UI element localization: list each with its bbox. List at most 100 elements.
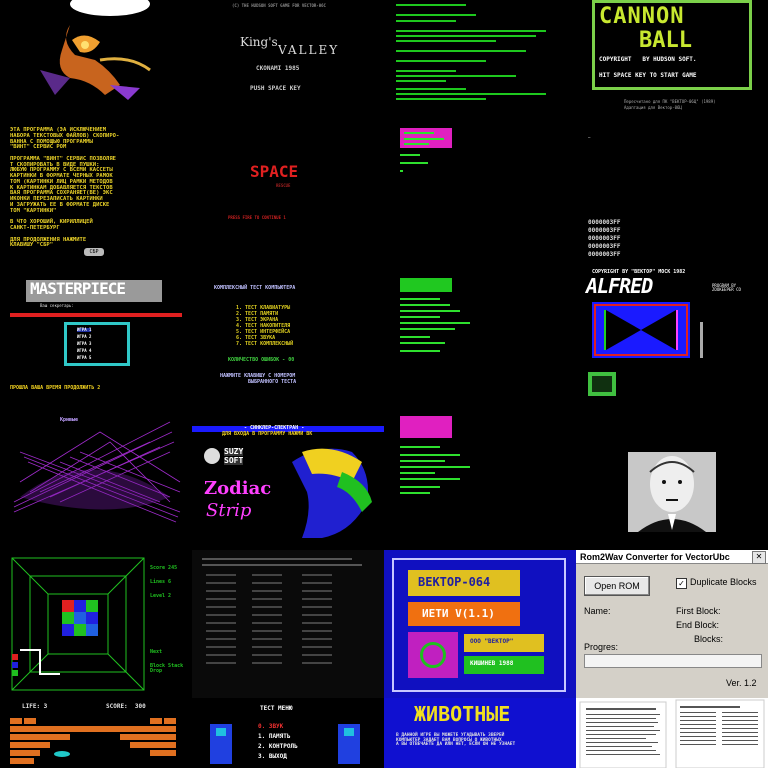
menu-item-1[interactable]: ИГРА 2 — [77, 334, 91, 339]
end-block-label: End Block: — [676, 620, 720, 630]
test-menu-item-3[interactable]: 3. ВЫХОД — [258, 753, 287, 760]
rom2wav-window: Rom2Wav Converter for VectorUbc ✕ Open R… — [576, 550, 768, 698]
animals-body: В ДАННОЙ ИГРЕ ВЫ МОЖЕТЕ УГАДЫВАТЬ ЗВЕРЕЙ… — [396, 733, 516, 748]
tile-fantasy-art — [0, 0, 192, 138]
hex-line-3: 0000003FF — [588, 243, 621, 250]
vint-body-text: ЭТА ПРОГРАММА (ЭА ИСКЛЮЧЕНИЕМ НАБОРА ТЕК… — [10, 127, 120, 249]
konami-brand: CKONAMI 1985 — [256, 65, 300, 72]
vector-title: ВЕКТОР-064 — [418, 575, 491, 589]
magenta-menu-block-3 — [400, 416, 470, 494]
ieti-box: ИЕТИ V(1.1) — [408, 602, 520, 626]
tile-hex-dump: _ 0000003FF 0000003FF 0000003FF 0000003F… — [576, 124, 768, 262]
tile-green-text-1 — [384, 0, 576, 138]
tile-masterpiece: MASTERPIECE Ваш секретарь: ИГРА 1 ИГРА 2… — [0, 264, 192, 402]
test-item-6[interactable]: 7. ТЕСТ КОМПЛЕКСНЫЙ — [236, 341, 293, 347]
hex-line-1: 0000003FF — [588, 227, 621, 234]
curves-figure — [13, 421, 181, 523]
tile-cannon-ball: CANNON BALL COPYRIGHT BY HUDSON SOFT. HI… — [576, 0, 768, 138]
magenta-menu-block — [400, 128, 452, 172]
tetris-well — [11, 557, 145, 691]
duplicate-blocks-checkbox[interactable]: ✓ — [676, 578, 687, 589]
strip-title: Strip — [206, 500, 252, 521]
masterpiece-footer: ПРОШЛА ВАША ВРЕМЯ ПРОДОЛЖИТЬ 2 — [10, 385, 101, 391]
push-space-prompt: PUSH SPACE KEY — [250, 85, 301, 92]
tile-documents — [576, 698, 768, 768]
masterpiece-sub: Ваш секретарь: — [40, 303, 74, 308]
menu-item-3[interactable]: ИГРА 4 — [77, 348, 91, 353]
first-block-label: First Block: — [676, 606, 721, 616]
alfred-playfield — [588, 302, 703, 396]
version-label: Ver. 1.2 — [726, 678, 757, 688]
vector-title-box: ВЕКТОР-064 — [408, 570, 520, 596]
kishinev-box: КИШИНЕВ 1988 — [464, 656, 544, 674]
progress-bar — [584, 654, 762, 668]
progress-label: Progres: — [584, 642, 619, 652]
ooo-box: ООО "ВЕКТОР" — [464, 634, 544, 652]
test-menu-item-0[interactable]: 0. ЗВУК — [258, 723, 283, 730]
tile-computer-test: КОМПЛЕКСНЫЙ ТЕСТ КОМПЬЮТЕРА 1. ТЕСТ КЛАВ… — [192, 264, 384, 402]
hex-line-0: 0000003FF — [588, 219, 621, 226]
screenshot-grid: (C) THE HUDSON SOFT GAME FOR VECTOR-06C … — [0, 0, 768, 768]
menu-item-0[interactable]: ИГРА 1 — [77, 327, 92, 333]
window-title: Rom2Wav Converter for VectorUbc — [576, 550, 768, 564]
vector-logo-icon — [420, 642, 446, 668]
test-foot-b: ВЫБРАННОГО ТЕСТА — [248, 379, 297, 385]
test-title: КОМПЛЕКСНЫЙ ТЕСТ КОМПЬЮТЕРА — [214, 285, 296, 291]
blocks-label: Blocks: — [694, 634, 724, 644]
cursor-mark: _ — [588, 133, 591, 138]
menu-item-2[interactable]: ИГРА 3 — [77, 341, 91, 346]
tetris-level: Level 2 — [150, 593, 172, 599]
document-pages — [579, 699, 765, 768]
tile-brick-game: LIFE: 3 SCORE: 300 — [0, 698, 192, 768]
data-table-grid — [202, 558, 362, 664]
hex-line-4: 0000003FF — [588, 251, 621, 258]
rescue-sub: RESCUE — [276, 183, 291, 188]
tile-vint-service: ЭТА ПРОГРАММА (ЭА ИСКЛЮЧЕНИЕМ НАБОРА ТЕК… — [0, 124, 192, 262]
test-menu-item-2[interactable]: 2. КОНТРОЛЬ — [258, 743, 298, 750]
title-valley: VALLEY — [278, 43, 340, 57]
copyright-line: COPYRIGHT BY HUDSON SOFT. — [599, 56, 697, 63]
masterpiece-menu-box: ИГРА 1 ИГРА 2 ИГРА 3 ИГРА 4 ИГРА 5 — [64, 322, 130, 366]
tetris-score: Score 245 — [150, 565, 178, 571]
tile-animals: ЖИВОТНЫЕ В ДАННОЙ ИГРЕ ВЫ МОЖЕТЕ УГАДЫВА… — [384, 698, 576, 768]
name-label: Name: — [584, 606, 611, 616]
brick-field — [10, 718, 176, 764]
fire-prompt: PRESS FIRE TO CONTINUE 1 — [228, 215, 286, 220]
tile-curves: Кривые — [0, 402, 192, 540]
green-menu-block — [400, 278, 470, 352]
tile-green-menu-2 — [384, 264, 576, 402]
zodiac-title: Zodiac — [204, 478, 272, 499]
error-count: КОЛИЧЕСТВО ОШИБОК - 00 — [228, 357, 295, 363]
tile-alfred: COPYRIGHT BY "BEKTOP" MOCK 1982 ALFRED P… — [576, 264, 768, 402]
tetris-next: Next — [150, 649, 163, 655]
tile-test-menu: ТЕСТ МЕНЮ 0. ЗВУК 1. ПАМЯТЬ 2. КОНТРОЛЬ … — [192, 698, 384, 768]
fantasy-art-image — [40, 0, 151, 100]
vector-logo-box — [408, 632, 458, 678]
footer-line-b: Адаптация для Вектор-06Ц — [624, 105, 682, 110]
tile-space-rescue: SPACE RESCUE PRESS FIRE TO CONTINUE 1 — [192, 124, 384, 262]
hex-line-2: 0000003FF — [588, 235, 621, 242]
cannon-title: CANNON — [599, 4, 685, 29]
green-text-lines — [396, 4, 546, 100]
ieti-version: ИЕТИ V(1.1) — [422, 607, 495, 620]
kishinev-year: КИШИНЕВ 1988 — [470, 660, 514, 667]
footer-line-a: Пересчитано для ПК "ВЕКТОР-06Ц" (1989) — [624, 99, 716, 104]
red-stripe — [10, 313, 182, 317]
space-title: SPACE — [250, 162, 299, 181]
sbr-key[interactable]: СБР — [84, 248, 104, 256]
tile-zodiac: - СИНКЛЕР-СПЕКТРАН - ДЛЯ ВХОДА В ПРОГРАМ… — [192, 402, 384, 540]
close-icon[interactable]: ✕ — [752, 551, 766, 564]
tile-data-table — [192, 550, 384, 698]
tetris-lines: Lines 6 — [150, 579, 172, 585]
portrait-image — [628, 452, 716, 532]
masterpiece-logo: MASTERPIECE — [30, 279, 126, 298]
duplicate-blocks-label: Duplicate Blocks — [690, 577, 757, 587]
tile-3d-tetris: Score 245 Lines 6 Level 2 Next Block Sta… — [0, 550, 192, 698]
test-menu-item-1[interactable]: 1. ПАМЯТЬ — [258, 733, 291, 740]
ball-title: BALL — [639, 28, 692, 53]
tile-vector-064: ВЕКТОР-064 ИЕТИ V(1.1) ООО "ВЕКТОР" КИШИ… — [384, 550, 576, 698]
menu-item-4[interactable]: ИГРА 5 — [77, 355, 91, 360]
open-rom-button[interactable]: Open ROM — [584, 576, 650, 596]
tile-magenta-menu-3 — [384, 402, 576, 540]
ooo-vector: ООО "ВЕКТОР" — [470, 638, 514, 645]
